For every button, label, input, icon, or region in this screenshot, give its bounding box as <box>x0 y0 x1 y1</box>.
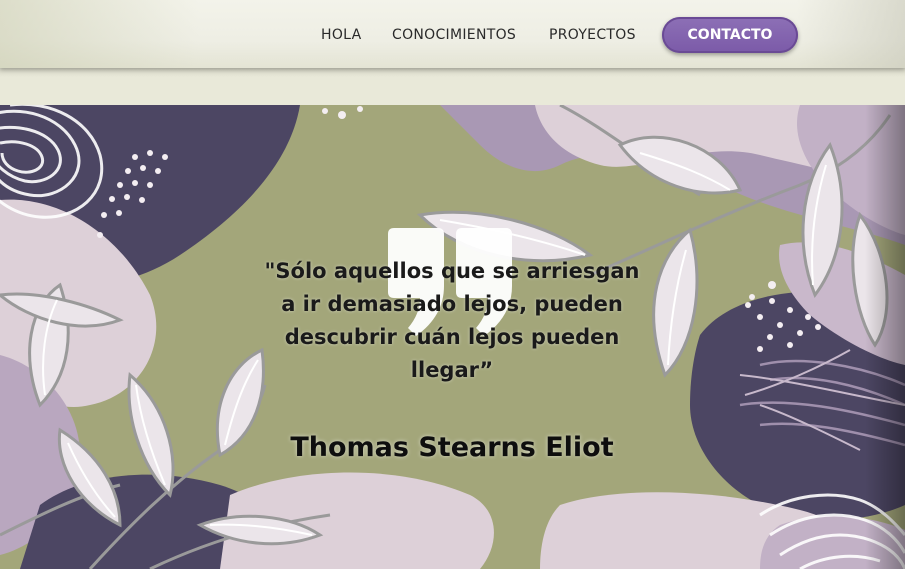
main-nav: HOLA CONOCIMIENTOS PROYECTOS CONTACTO <box>0 16 905 54</box>
nav-link-conocimientos[interactable]: CONOCIMIENTOS <box>392 16 516 54</box>
contact-button[interactable]: CONTACTO <box>662 17 798 53</box>
nav-link-hola[interactable]: HOLA <box>321 16 361 54</box>
quote-author: Thomas Stearns Eliot <box>290 432 614 463</box>
nav-link-proyectos[interactable]: PROYECTOS <box>549 16 636 54</box>
quote-hero: "Sólo aquellos que se arriesgan a ir dem… <box>0 105 905 569</box>
site-header: HOLA CONOCIMIENTOS PROYECTOS CONTACTO <box>0 0 905 68</box>
quote-text: "Sólo aquellos que se arriesgan a ir dem… <box>264 259 640 382</box>
hero-edge-shadow <box>865 105 905 569</box>
header-spacer <box>0 68 905 105</box>
page: HOLA CONOCIMIENTOS PROYECTOS CONTACTO "S… <box>0 0 905 569</box>
